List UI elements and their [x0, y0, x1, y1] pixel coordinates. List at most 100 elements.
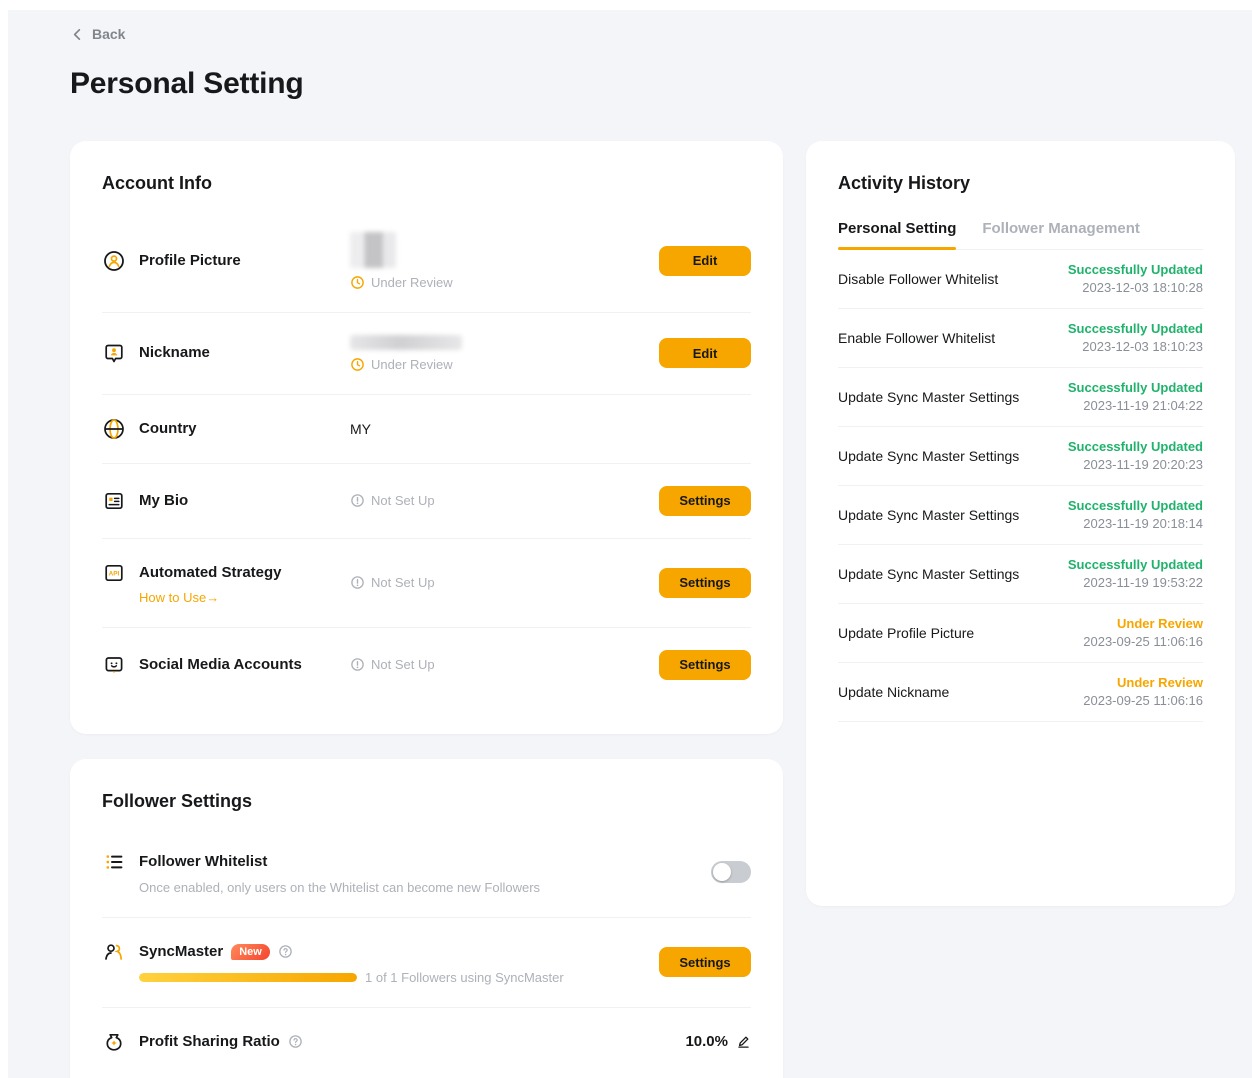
- activity-status: Successfully Updated: [1068, 321, 1203, 336]
- edit-pencil-icon[interactable]: [736, 1034, 751, 1049]
- activity-name: Enable Follower Whitelist: [838, 330, 995, 346]
- profile-picture-label: Profile Picture: [139, 249, 241, 273]
- how-to-use-link[interactable]: How to Use→: [139, 590, 282, 605]
- back-label: Back: [92, 26, 125, 42]
- activity-name: Update Nickname: [838, 684, 949, 700]
- automated-strategy-label: Automated Strategy: [139, 561, 282, 585]
- new-badge: New: [231, 944, 270, 960]
- syncmaster-row: SyncMaster New 1 of 1 Followers using Sy…: [102, 918, 751, 1008]
- syncmaster-icon: [102, 940, 126, 964]
- activity-tabs: Personal Setting Follower Management: [838, 220, 1203, 250]
- profile-picture-edit-button[interactable]: Edit: [659, 246, 751, 276]
- activity-time: 2023-12-03 18:10:23: [1068, 339, 1203, 354]
- activity-name: Update Sync Master Settings: [838, 389, 1019, 405]
- activity-time: 2023-11-19 20:18:14: [1068, 516, 1203, 531]
- info-icon: [350, 493, 365, 508]
- page-title: Personal Setting: [70, 67, 1252, 101]
- activity-status: Successfully Updated: [1068, 498, 1203, 513]
- activity-name: Update Sync Master Settings: [838, 566, 1019, 582]
- profile-picture-icon: [102, 249, 126, 273]
- activity-time: 2023-11-19 19:53:22: [1068, 575, 1203, 590]
- activity-status: Successfully Updated: [1068, 262, 1203, 277]
- activity-time: 2023-11-19 21:04:22: [1068, 398, 1203, 413]
- tab-follower-management[interactable]: Follower Management: [982, 220, 1140, 249]
- automated-strategy-status: Not Set Up: [350, 575, 659, 590]
- activity-row: Update Profile Picture Under Review 2023…: [838, 604, 1203, 663]
- my-bio-icon: [102, 489, 126, 513]
- profile-picture-status: Under Review: [350, 275, 659, 290]
- my-bio-label: My Bio: [139, 489, 188, 513]
- country-value: MY: [350, 421, 751, 437]
- activity-row: Disable Follower Whitelist Successfully …: [838, 250, 1203, 309]
- activity-time: 2023-11-19 20:20:23: [1068, 457, 1203, 472]
- account-info-card: Account Info Profile Picture: [70, 141, 783, 734]
- nickname-row: Nickname Under Review Edit: [102, 313, 751, 395]
- profit-sharing-moneybag-icon: [102, 1030, 126, 1054]
- activity-time: 2023-09-25 11:06:16: [1083, 634, 1203, 649]
- nickname-value-blurred: [350, 335, 462, 350]
- activity-time: 2023-12-03 18:10:28: [1068, 280, 1203, 295]
- syncmaster-label: SyncMaster: [139, 940, 223, 964]
- activity-history-card: Activity History Personal Setting Follow…: [806, 141, 1235, 906]
- activity-name: Update Sync Master Settings: [838, 507, 1019, 523]
- activity-row: Update Sync Master Settings Successfully…: [838, 545, 1203, 604]
- follower-settings-title: Follower Settings: [102, 791, 751, 812]
- social-media-row: Social Media Accounts Not Set Up Setting…: [102, 628, 751, 702]
- profile-picture-preview: [350, 232, 396, 268]
- activity-status: Successfully Updated: [1068, 557, 1203, 572]
- follower-settings-card: Follower Settings Follower: [70, 759, 783, 1078]
- profit-sharing-value: 10.0%: [685, 1033, 728, 1050]
- account-info-title: Account Info: [102, 173, 751, 194]
- syncmaster-settings-button[interactable]: Settings: [659, 947, 751, 977]
- activity-row: Update Nickname Under Review 2023-09-25 …: [838, 663, 1203, 722]
- follower-whitelist-row: Follower Whitelist Once enabled, only us…: [102, 828, 751, 918]
- profit-sharing-label: Profit Sharing Ratio: [139, 1030, 280, 1054]
- toggle-knob: [713, 863, 731, 881]
- syncmaster-usage-text: 1 of 1 Followers using SyncMaster: [365, 970, 564, 985]
- clock-icon: [350, 357, 365, 372]
- activity-row: Enable Follower Whitelist Successfully U…: [838, 309, 1203, 368]
- question-icon[interactable]: [288, 1034, 303, 1049]
- automated-strategy-row: API Automated Strategy How to Use→ Not S…: [102, 539, 751, 628]
- activity-row: Update Sync Master Settings Successfully…: [838, 486, 1203, 545]
- country-globe-icon: [102, 417, 126, 441]
- my-bio-status: Not Set Up: [350, 493, 659, 508]
- follower-whitelist-description: Once enabled, only users on the Whitelis…: [139, 880, 540, 895]
- social-media-settings-button[interactable]: Settings: [659, 650, 751, 680]
- social-media-status: Not Set Up: [350, 657, 659, 672]
- activity-row: Update Sync Master Settings Successfully…: [838, 427, 1203, 486]
- question-icon[interactable]: [278, 944, 293, 959]
- personal-setting-page: Back Personal Setting Account Info: [8, 10, 1252, 1078]
- svg-text:API: API: [109, 570, 120, 577]
- my-bio-settings-button[interactable]: Settings: [659, 486, 751, 516]
- nickname-label: Nickname: [139, 341, 210, 365]
- activity-status: Under Review: [1083, 675, 1203, 690]
- automated-strategy-settings-button[interactable]: Settings: [659, 568, 751, 598]
- my-bio-row: My Bio Not Set Up Settings: [102, 464, 751, 539]
- tab-personal-setting[interactable]: Personal Setting: [838, 220, 956, 249]
- profile-picture-row: Profile Picture Under Review Edit: [102, 210, 751, 313]
- info-icon: [350, 657, 365, 672]
- activity-name: Disable Follower Whitelist: [838, 271, 998, 287]
- country-label: Country: [139, 417, 197, 441]
- follower-whitelist-toggle[interactable]: [711, 861, 751, 883]
- nickname-status: Under Review: [350, 357, 659, 372]
- syncmaster-progress-fill: [139, 973, 357, 982]
- activity-name: Update Sync Master Settings: [838, 448, 1019, 464]
- back-chevron-icon: [70, 27, 85, 42]
- nickname-edit-button[interactable]: Edit: [659, 338, 751, 368]
- activity-list: Disable Follower Whitelist Successfully …: [838, 250, 1203, 722]
- activity-time: 2023-09-25 11:06:16: [1083, 693, 1203, 708]
- whitelist-icon: [102, 850, 126, 874]
- clock-icon: [350, 275, 365, 290]
- follower-whitelist-label: Follower Whitelist: [139, 850, 267, 874]
- activity-status: Successfully Updated: [1068, 439, 1203, 454]
- back-button[interactable]: Back: [70, 26, 125, 42]
- profit-sharing-row: Profit Sharing Ratio 10.0%: [102, 1008, 751, 1076]
- country-row: Country MY: [102, 395, 751, 464]
- activity-history-title: Activity History: [838, 173, 1203, 194]
- arrow-right-icon: →: [206, 590, 219, 605]
- activity-row: Update Sync Master Settings Successfully…: [838, 368, 1203, 427]
- activity-status: Under Review: [1083, 616, 1203, 631]
- social-media-icon: [102, 653, 126, 677]
